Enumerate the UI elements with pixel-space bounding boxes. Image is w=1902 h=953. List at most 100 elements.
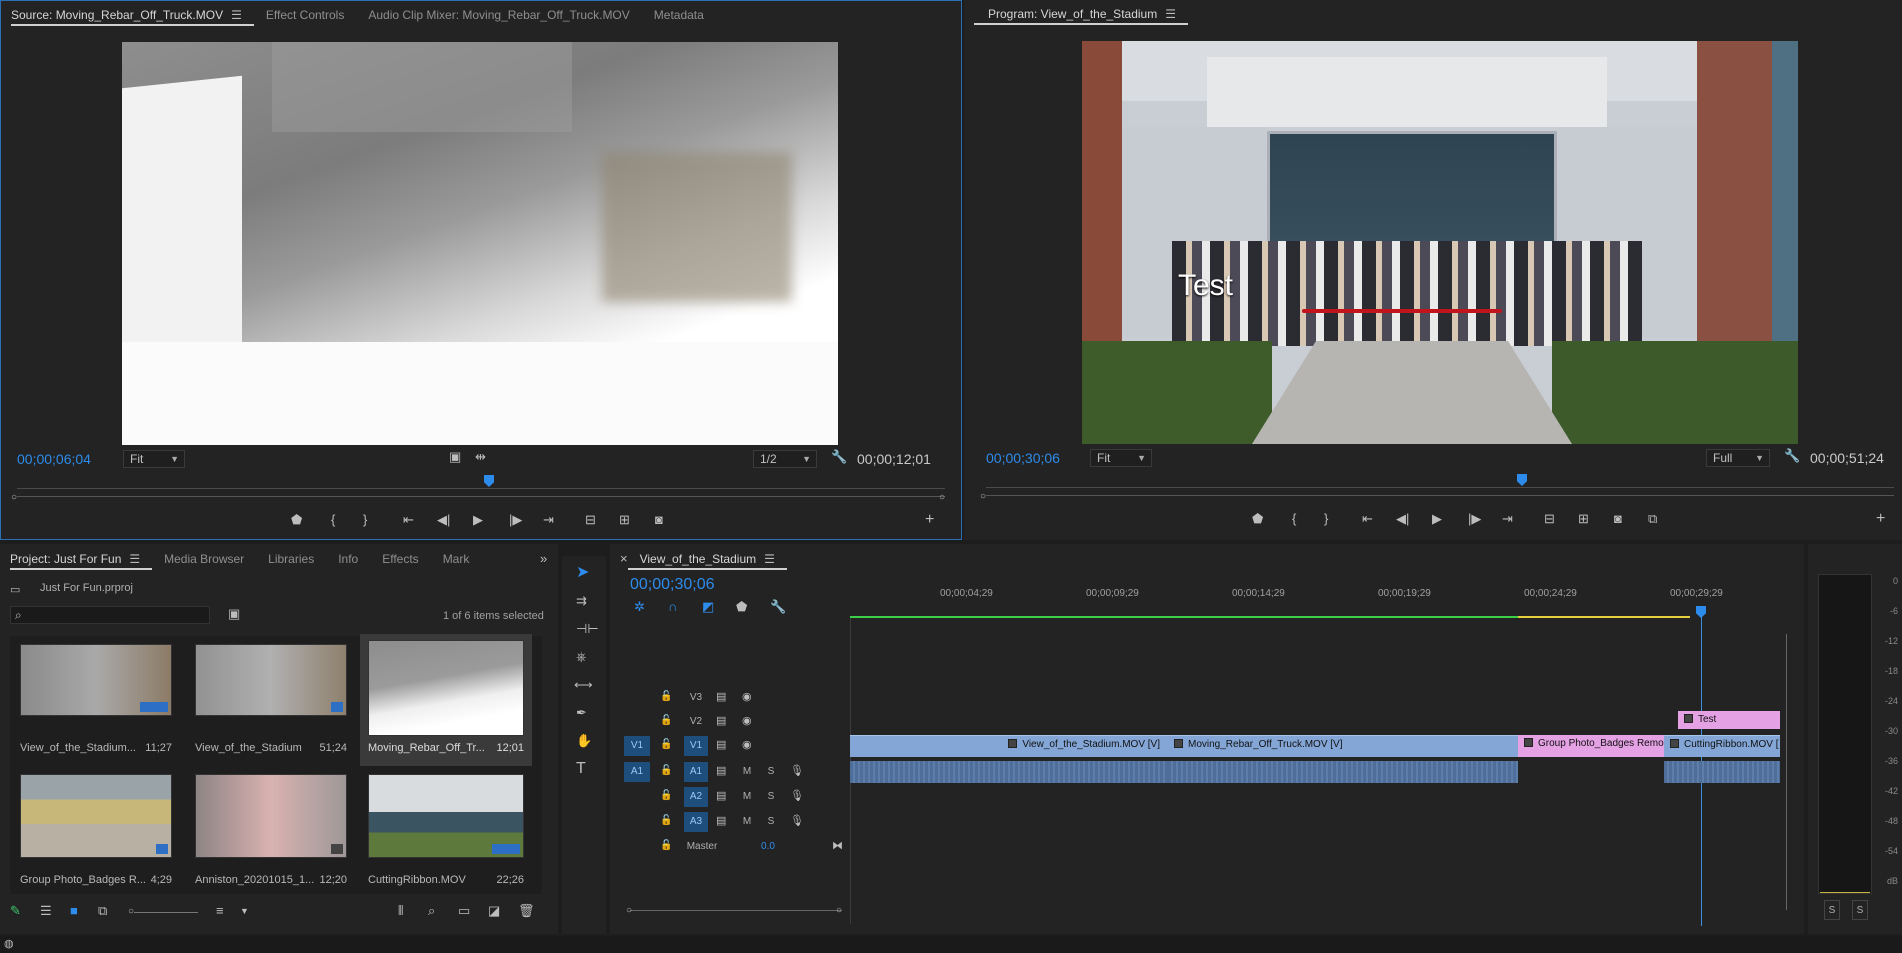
new-bin-icon[interactable]: ▭	[458, 904, 470, 918]
program-playhead[interactable]	[1517, 474, 1527, 486]
mark-in-icon[interactable]: {	[331, 513, 335, 527]
source-video-frame[interactable]	[122, 42, 838, 445]
tab-media-browser[interactable]: Media Browser	[152, 545, 256, 573]
sync-lock-icon[interactable]: ▤	[716, 789, 726, 803]
add-button-icon[interactable]: +	[925, 512, 934, 528]
audio-clip[interactable]	[1664, 761, 1780, 783]
icon-view-icon[interactable]: ■	[70, 904, 78, 918]
slip-tool-icon[interactable]: ⟷	[574, 678, 593, 692]
timeline-clip[interactable]: Moving_Rebar_Off_Truck.MOV [V]	[1168, 735, 1518, 757]
audio-clip[interactable]	[850, 761, 1168, 783]
track-label-v2[interactable]: V2	[684, 712, 708, 732]
lock-icon[interactable]: 🔓	[660, 764, 672, 778]
audio-clip[interactable]	[1168, 761, 1518, 783]
list-item[interactable]: View_of_the_Stadium 51;24	[185, 636, 357, 766]
new-item-icon[interactable]: ◪	[488, 904, 500, 918]
nest-icon[interactable]: ✲	[634, 600, 645, 614]
solo-button[interactable]: S	[764, 812, 778, 832]
linked-selection-icon[interactable]: ◩	[702, 600, 714, 614]
sync-lock-icon[interactable]: ▤	[716, 764, 726, 778]
sync-lock-icon[interactable]: ▤	[716, 814, 726, 828]
timeline-settings-wrench-icon[interactable]: 🔧	[770, 600, 786, 614]
go-to-in-icon[interactable]: ⇤	[1362, 512, 1373, 526]
insert-overwrite-icon[interactable]: ⇹	[475, 450, 486, 464]
safe-margins-icon[interactable]: ▣	[449, 450, 461, 464]
go-to-out-icon[interactable]: ⇥	[543, 513, 554, 527]
source-patch-v1[interactable]: V1	[624, 736, 650, 756]
more-tabs-icon[interactable]: »	[540, 552, 547, 566]
sync-lock-icon[interactable]: ▤	[716, 714, 726, 728]
go-to-out-icon[interactable]: ⇥	[1502, 512, 1513, 526]
panel-menu-icon[interactable]: ☰	[764, 545, 775, 573]
source-timecode[interactable]: 00;00;06;04	[17, 451, 91, 467]
microphone-icon[interactable]: 🎙	[790, 764, 804, 778]
zoom-slider-handle-icon[interactable]: ○	[128, 905, 134, 919]
timeline-clip[interactable]: Group Photo_Badges Remo	[1518, 735, 1664, 757]
lock-icon[interactable]: 🔓	[660, 738, 672, 752]
list-item[interactable]: Group Photo_Badges R... 4;29	[10, 766, 182, 894]
sync-lock-icon[interactable]: ▤	[716, 738, 726, 752]
track-label-v3[interactable]: V3	[684, 688, 708, 708]
hand-tool-icon[interactable]: ✋	[576, 734, 592, 748]
track-label-a1[interactable]: A1	[684, 762, 708, 782]
master-volume-value[interactable]: 0.0	[756, 837, 780, 857]
scroll-handle-left-icon[interactable]: ○	[980, 490, 986, 504]
timeline-clip-test[interactable]: Test	[1678, 711, 1780, 729]
program-resolution-dropdown[interactable]: Full ▼	[1706, 449, 1770, 467]
mute-button[interactable]: M	[740, 812, 754, 832]
overwrite-icon[interactable]: ⊞	[619, 513, 630, 527]
panel-menu-icon[interactable]: ☰	[1165, 0, 1176, 28]
mute-button[interactable]: M	[740, 762, 754, 782]
play-icon[interactable]: ▶	[1432, 512, 1442, 526]
selection-tool-icon[interactable]: ➤	[576, 565, 589, 581]
list-item[interactable]: Moving_Rebar_Off_Tr... 12;01	[360, 634, 532, 766]
comparison-view-icon[interactable]: ⧉	[1648, 512, 1657, 526]
zoom-slider[interactable]	[134, 912, 198, 913]
panel-menu-icon[interactable]: ☰	[231, 1, 242, 29]
eye-icon[interactable]: ◉	[742, 714, 752, 728]
work-area-bar-green[interactable]	[850, 616, 1518, 618]
solo-right-button[interactable]: S	[1852, 900, 1868, 920]
list-view-icon[interactable]: ☰	[40, 904, 52, 918]
tab-libraries[interactable]: Libraries	[256, 545, 326, 573]
insert-icon[interactable]: ⊟	[585, 513, 596, 527]
solo-left-button[interactable]: S	[1824, 900, 1840, 920]
solo-button[interactable]: S	[764, 762, 778, 782]
list-item[interactable]: View_of_the_Stadium... 11;27	[10, 636, 182, 766]
scroll-handle-left-icon[interactable]: ○	[626, 904, 632, 918]
track-select-tool-icon[interactable]: ⇉	[576, 594, 587, 608]
type-tool-icon[interactable]: T	[576, 761, 586, 777]
program-time-ruler[interactable]	[986, 474, 1894, 488]
solo-button[interactable]: S	[764, 787, 778, 807]
microphone-icon[interactable]: 🎙	[790, 789, 804, 803]
step-forward-icon[interactable]: |▶	[1468, 512, 1481, 526]
wrench-icon[interactable]: 🔧	[1784, 449, 1800, 463]
panel-menu-icon[interactable]: ☰	[129, 545, 140, 573]
timeline-v-scrollbar[interactable]	[1786, 634, 1787, 910]
track-label-a2[interactable]: A2	[684, 787, 708, 807]
step-back-icon[interactable]: ◀|	[1396, 512, 1409, 526]
pencil-icon[interactable]: ✎	[10, 904, 21, 918]
list-item[interactable]: CuttingRibbon.MOV 22;26	[360, 766, 532, 894]
add-marker-icon[interactable]: ⬟	[1252, 512, 1263, 526]
add-marker-icon[interactable]: ⬟	[736, 600, 747, 614]
mark-out-icon[interactable]: }	[1324, 512, 1328, 526]
add-marker-icon[interactable]: ⬟	[291, 513, 302, 527]
snap-icon[interactable]: ∩	[668, 600, 677, 614]
sync-lock-icon[interactable]: ▤	[716, 690, 726, 704]
go-to-in-icon[interactable]: ⇤	[403, 513, 414, 527]
step-forward-icon[interactable]: |▶	[509, 513, 522, 527]
automate-to-sequence-icon[interactable]: ⫴	[398, 904, 403, 918]
mute-button[interactable]: M	[740, 787, 754, 807]
source-playhead[interactable]	[484, 475, 494, 487]
scroll-handle-right-icon[interactable]: ○	[939, 491, 945, 505]
pen-tool-icon[interactable]: ✒	[576, 706, 587, 720]
sort-icon[interactable]: ≡	[216, 904, 224, 918]
timeline-clip[interactable]: View_of_the_Stadium.MOV [V]	[850, 735, 1168, 757]
list-item[interactable]: Anniston_20201015_1... 12;20	[185, 766, 357, 894]
tab-source[interactable]: Source: Moving_Rebar_Off_Truck.MOV ☰	[11, 1, 254, 29]
source-fit-dropdown[interactable]: Fit ▼	[123, 450, 185, 468]
timeline-h-scrollbar[interactable]	[630, 910, 842, 911]
ripple-edit-tool-icon[interactable]: ⊣⊢	[576, 622, 599, 636]
lock-icon[interactable]: 🔓	[660, 690, 672, 704]
